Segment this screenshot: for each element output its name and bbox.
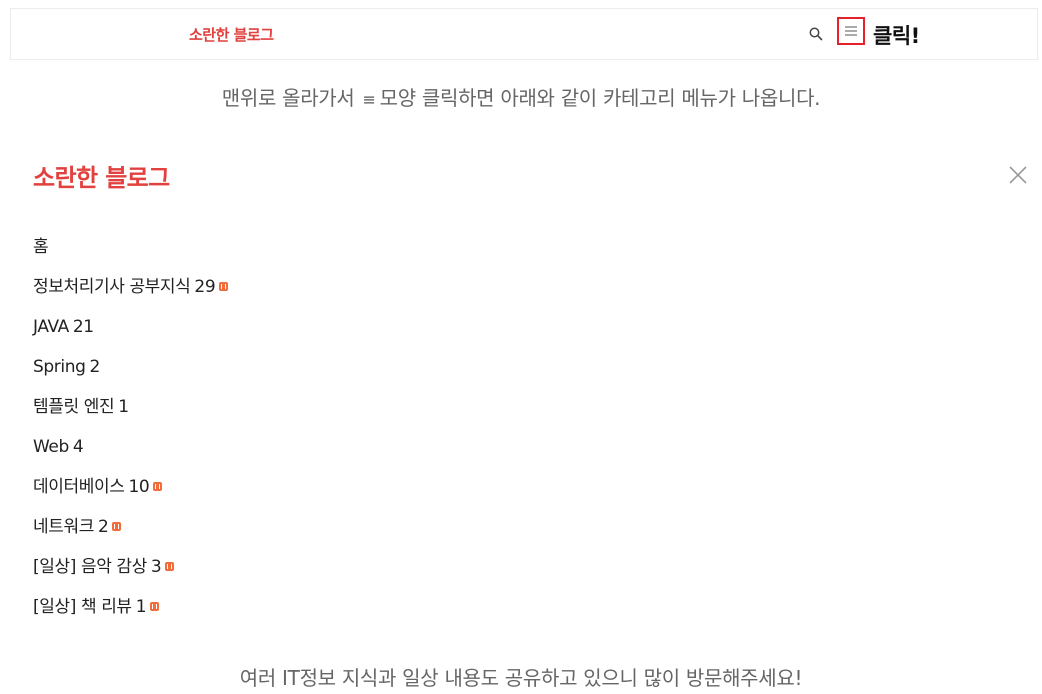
click-annotation: 클릭! xyxy=(873,24,920,48)
new-badge-icon xyxy=(219,282,229,291)
hamburger-menu-button[interactable] xyxy=(837,17,865,45)
category-label: 데이터베이스 xyxy=(33,477,125,497)
hamburger-menu-icon xyxy=(845,26,857,36)
category-label: [일상] 책 리뷰 xyxy=(33,597,132,617)
category-count: 2 xyxy=(97,517,109,537)
category-count: 2 xyxy=(89,357,100,377)
new-badge-icon xyxy=(112,522,122,531)
category-item[interactable]: 네트워크 2 xyxy=(33,516,228,556)
category-label: Spring xyxy=(33,357,86,377)
category-item[interactable]: 홈 xyxy=(33,236,228,276)
category-item[interactable]: JAVA 21 xyxy=(33,316,228,356)
category-panel-title[interactable]: 소란한 블로그 xyxy=(33,158,170,193)
caption-text-before: 맨위로 올라가서 xyxy=(221,86,355,110)
caption-text-after: 모양 클릭하면 아래와 같이 카테고리 메뉴가 나옵니다. xyxy=(379,86,821,110)
new-badge-icon xyxy=(165,562,175,571)
header-blog-title[interactable]: 소란한 블로그 xyxy=(189,24,274,45)
category-count: 3 xyxy=(150,557,162,577)
category-count: 29 xyxy=(194,277,216,297)
closing-caption: 여러 IT정보 지식과 일상 내용도 공유하고 있으니 많이 방문해주세요! xyxy=(239,666,803,690)
category-item[interactable]: 데이터베이스 10 xyxy=(33,476,228,516)
category-item[interactable]: [일상] 음악 감상 3 xyxy=(33,556,228,596)
category-count: 21 xyxy=(72,317,94,337)
category-item[interactable]: [일상] 책 리뷰 1 xyxy=(33,596,228,636)
category-label: 네트워크 xyxy=(33,517,94,537)
category-label: 홈 xyxy=(33,237,49,257)
category-label: JAVA xyxy=(33,317,69,337)
instruction-caption: 맨위로 올라가서 ≡ 모양 클릭하면 아래와 같이 카테고리 메뉴가 나옵니다. xyxy=(0,82,1042,111)
blog-header: 소란한 블로그 클릭! xyxy=(10,8,1038,60)
new-badge-icon xyxy=(153,482,163,491)
category-item[interactable]: Web 4 xyxy=(33,436,228,476)
category-count: 1 xyxy=(118,397,129,417)
search-icon[interactable] xyxy=(808,26,824,42)
close-icon[interactable] xyxy=(1008,165,1028,185)
category-item[interactable]: 템플릿 엔진 1 xyxy=(33,396,228,436)
menu-glyph-icon: ≡ xyxy=(362,90,376,109)
category-count: 10 xyxy=(128,477,150,497)
category-item[interactable]: Spring 2 xyxy=(33,356,228,396)
category-item[interactable]: 정보처리기사 공부지식 29 xyxy=(33,276,229,316)
category-list: 홈 정보처리기사 공부지식 29 JAVA 21 Spring 2 템플릿 엔진 1 Web 4 데이… xyxy=(33,236,229,636)
category-count: 4 xyxy=(72,437,84,457)
category-label: 템플릿 엔진 xyxy=(33,397,115,417)
category-count: 1 xyxy=(135,597,147,617)
new-badge-icon xyxy=(150,602,160,611)
category-label: [일상] 음악 감상 xyxy=(33,557,147,577)
category-label: 정보처리기사 공부지식 xyxy=(33,277,191,297)
category-label: Web xyxy=(33,437,69,457)
